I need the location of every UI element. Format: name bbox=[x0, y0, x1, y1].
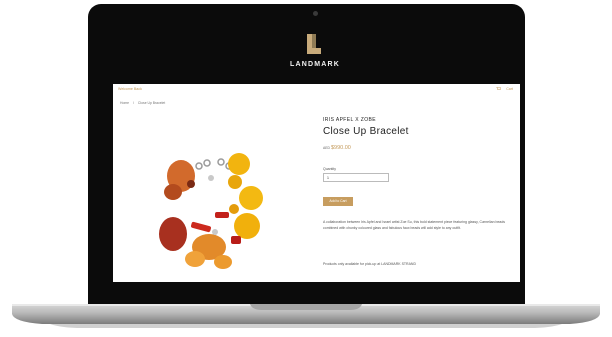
product-description: A collaboration between Iris Apfel and I… bbox=[323, 220, 506, 230]
webcam bbox=[313, 11, 318, 16]
cart-link[interactable]: Cart bbox=[506, 87, 513, 91]
breadcrumb-separator: / bbox=[133, 101, 134, 105]
product-title: Close Up Bracelet bbox=[323, 126, 409, 137]
cart-icon[interactable] bbox=[496, 87, 501, 91]
pickup-note: Products only available for pick-up at L… bbox=[323, 262, 416, 266]
landmark-logo-icon[interactable] bbox=[307, 34, 321, 54]
breadcrumb-home[interactable]: Home bbox=[120, 101, 129, 105]
breadcrumb-current: Close Up Bracelet bbox=[137, 101, 166, 105]
product-image[interactable] bbox=[151, 144, 291, 282]
brand-wordmark[interactable]: LANDMARK bbox=[250, 61, 380, 68]
quantity-label: Quantity bbox=[323, 167, 337, 171]
laptop-base bbox=[12, 304, 600, 328]
quantity-field[interactable]: 1 bbox=[323, 173, 389, 182]
welcome-link[interactable]: Welcome Back bbox=[118, 87, 142, 91]
price-amount: $990.00 bbox=[330, 145, 351, 151]
top-bar: Welcome Back Cart bbox=[113, 84, 520, 96]
breadcrumb: Home / Close Up Bracelet bbox=[120, 101, 168, 105]
product-designer: IRIS APFEL X ZOBE bbox=[323, 117, 377, 123]
website-screen: Welcome Back Cart Home / Close Up Bracel… bbox=[113, 84, 520, 282]
product-price: AED$990.00 bbox=[323, 145, 351, 151]
add-to-cart-button[interactable]: Add to Cart bbox=[323, 197, 353, 206]
price-currency: AED bbox=[323, 146, 330, 150]
